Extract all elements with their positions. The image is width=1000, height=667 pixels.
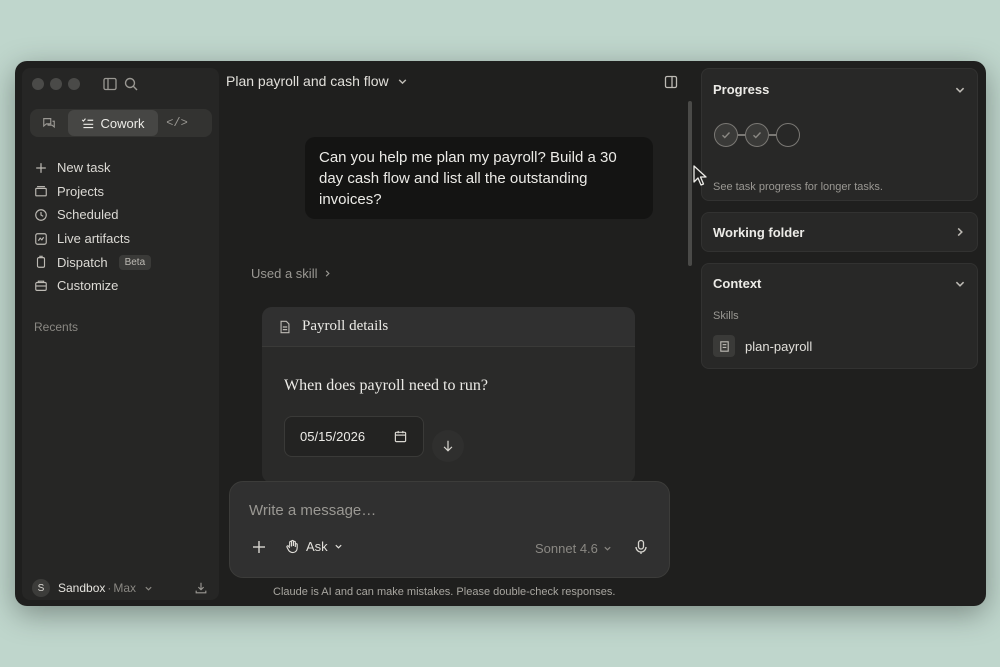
skill-item[interactable]: plan-payroll	[713, 335, 812, 357]
conversation-title-dropdown[interactable]: Plan payroll and cash flow	[226, 73, 408, 89]
cowork-mode-label: Cowork	[100, 115, 145, 131]
progress-steps	[714, 123, 800, 147]
add-attachment-icon[interactable]	[251, 539, 267, 555]
chevron-down-icon[interactable]	[954, 84, 966, 96]
right-panel-toggle-icon[interactable]	[663, 74, 679, 90]
window-controls	[32, 78, 80, 90]
zoom-window-button[interactable]	[68, 78, 80, 90]
sidebar-item-label: Live artifacts	[57, 231, 130, 247]
customize-icon	[35, 280, 47, 291]
arrow-down-icon	[443, 440, 453, 452]
clock-icon	[35, 209, 47, 221]
progress-title: Progress	[713, 82, 770, 97]
mouse-cursor-icon	[693, 165, 707, 186]
user-message-bubble: Can you help me plan my payroll? Build a…	[305, 137, 653, 219]
card-title: Payroll details	[302, 318, 389, 334]
mode-selector[interactable]: Ask	[285, 539, 343, 554]
plus-icon	[36, 162, 46, 173]
sidebar-item-label: Projects	[57, 183, 104, 199]
sidebar-item-new-task[interactable]: New task	[34, 156, 204, 180]
code-icon: </>	[166, 116, 188, 130]
skill-name: plan-payroll	[745, 338, 813, 354]
check-icon	[722, 132, 731, 139]
download-icon[interactable]	[194, 581, 208, 595]
sidebar-toggle-icon[interactable]	[102, 76, 118, 92]
sidebar-item-scheduled[interactable]: Scheduled	[34, 203, 204, 227]
mode-switcher: Cowork </>	[30, 109, 212, 137]
document-icon	[280, 320, 290, 333]
checklist-icon	[82, 117, 94, 128]
chevron-down-icon[interactable]	[954, 278, 966, 290]
used-skill-label: Used a skill	[251, 266, 318, 281]
payroll-date-input[interactable]: 05/15/2026	[284, 416, 424, 457]
context-panel: Context Skills plan-payroll	[701, 263, 978, 369]
recents-heading: Recents	[34, 320, 79, 334]
chevron-down-icon	[604, 546, 611, 551]
chevron-right-icon	[957, 227, 963, 237]
sidebar: Cowork </> New task Projects Scheduled L…	[22, 68, 219, 600]
scroll-icon	[713, 335, 735, 357]
app-window: Cowork </> New task Projects Scheduled L…	[15, 61, 986, 606]
search-icon[interactable]	[123, 76, 139, 92]
calendar-icon[interactable]	[394, 430, 407, 443]
account-separator: ·	[107, 581, 112, 595]
cowork-mode-button[interactable]: Cowork	[68, 110, 158, 136]
sidebar-nav: New task Projects Scheduled Live artifac…	[34, 156, 204, 298]
progress-panel: Progress See task progress for longer ta…	[701, 68, 978, 201]
step-connector	[769, 134, 776, 136]
chevron-down-icon	[335, 544, 342, 549]
context-title: Context	[713, 276, 762, 291]
step-pending	[776, 123, 800, 147]
progress-note: See task progress for longer tasks.	[713, 181, 883, 193]
payroll-details-card: Payroll details When does payroll need t…	[262, 307, 635, 483]
code-mode-button[interactable]: </>	[158, 109, 196, 137]
sidebar-item-label: Scheduled	[57, 207, 119, 223]
beta-badge: Beta	[118, 254, 152, 270]
card-header: Payroll details	[262, 307, 635, 347]
sidebar-item-projects[interactable]: Projects	[34, 180, 204, 204]
conversation-title: Plan payroll and cash flow	[226, 73, 389, 89]
disclaimer-text: Claude is AI and can make mistakes. Plea…	[273, 586, 616, 598]
artifacts-icon	[35, 232, 47, 245]
check-icon	[753, 132, 762, 139]
sidebar-item-label: Dispatch	[57, 254, 108, 270]
chevron-down-icon	[145, 586, 152, 591]
chat-mode-button[interactable]	[30, 109, 68, 137]
message-composer: Ask Sonnet 4.6	[229, 481, 670, 578]
model-label: Sonnet 4.6	[535, 541, 598, 556]
sidebar-item-live-artifacts[interactable]: Live artifacts	[34, 227, 204, 251]
step-complete	[745, 123, 769, 147]
mode-label: Ask	[306, 539, 328, 554]
account-plan: Max	[113, 581, 137, 595]
minimize-window-button[interactable]	[50, 78, 62, 90]
skills-label: Skills	[713, 310, 739, 322]
sidebar-item-label: New task	[57, 160, 111, 176]
close-window-button[interactable]	[32, 78, 44, 90]
account-switcher[interactable]: S Sandbox · Max	[32, 579, 208, 597]
dispatch-icon	[36, 255, 46, 268]
submit-date-button[interactable]	[432, 430, 464, 462]
working-folder-title: Working folder	[713, 225, 805, 240]
card-question: When does payroll need to run?	[284, 377, 488, 394]
sidebar-item-label: Customize	[57, 278, 119, 294]
working-folder-panel[interactable]: Working folder	[701, 212, 978, 252]
avatar: S	[32, 579, 50, 597]
chat-bubbles-icon	[43, 118, 55, 129]
message-input[interactable]	[249, 502, 649, 519]
step-complete	[714, 123, 738, 147]
chevron-right-icon	[326, 270, 331, 277]
sidebar-item-customize[interactable]: Customize	[34, 274, 204, 298]
step-connector	[738, 134, 745, 136]
projects-icon	[35, 186, 47, 197]
hand-icon	[286, 539, 298, 554]
date-value: 05/15/2026	[300, 429, 366, 444]
account-name: Sandbox	[58, 581, 106, 595]
sidebar-item-dispatch[interactable]: Dispatch Beta	[34, 250, 204, 274]
microphone-icon[interactable]	[633, 539, 649, 555]
model-selector[interactable]: Sonnet 4.6	[535, 541, 612, 556]
used-skill-toggle[interactable]: Used a skill	[251, 266, 332, 281]
chevron-down-icon	[398, 78, 406, 84]
